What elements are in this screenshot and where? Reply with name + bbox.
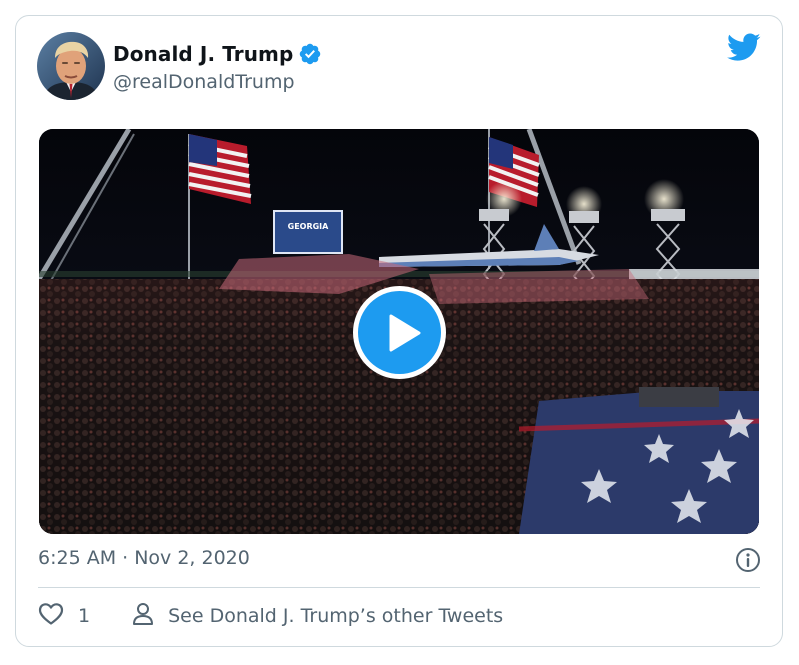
verified-badge-icon [298,42,322,66]
like-count: 1 [78,605,91,627]
heart-icon [38,602,64,630]
tweet-actions: 1 See Donald J. Trump’s other Tweets [38,601,503,631]
play-icon [358,291,441,374]
author-info: Donald J. Trump @realDonaldTrump [113,41,322,93]
like-button[interactable]: 1 [38,602,90,630]
screen-text: GEORGIA [288,222,330,231]
tweet-timestamp[interactable]: 6:25 AM · Nov 2, 2020 [38,547,250,569]
play-button[interactable] [353,286,446,379]
twitter-bird-icon[interactable] [727,33,761,63]
person-icon [132,602,154,630]
see-other-tweets-label: See Donald J. Trump’s other Tweets [168,605,504,627]
video-player[interactable]: GEORGIA [39,129,759,534]
author-avatar[interactable] [37,32,105,100]
avatar-portrait [37,32,105,100]
info-icon[interactable] [735,547,761,573]
author-display-name[interactable]: Donald J. Trump [113,42,293,66]
divider [38,587,760,588]
tweet-card: Donald J. Trump @realDonaldTrump GEORGIA… [15,15,783,647]
author-handle[interactable]: @realDonaldTrump [113,71,322,93]
see-other-tweets-link[interactable]: See Donald J. Trump’s other Tweets [132,602,503,630]
